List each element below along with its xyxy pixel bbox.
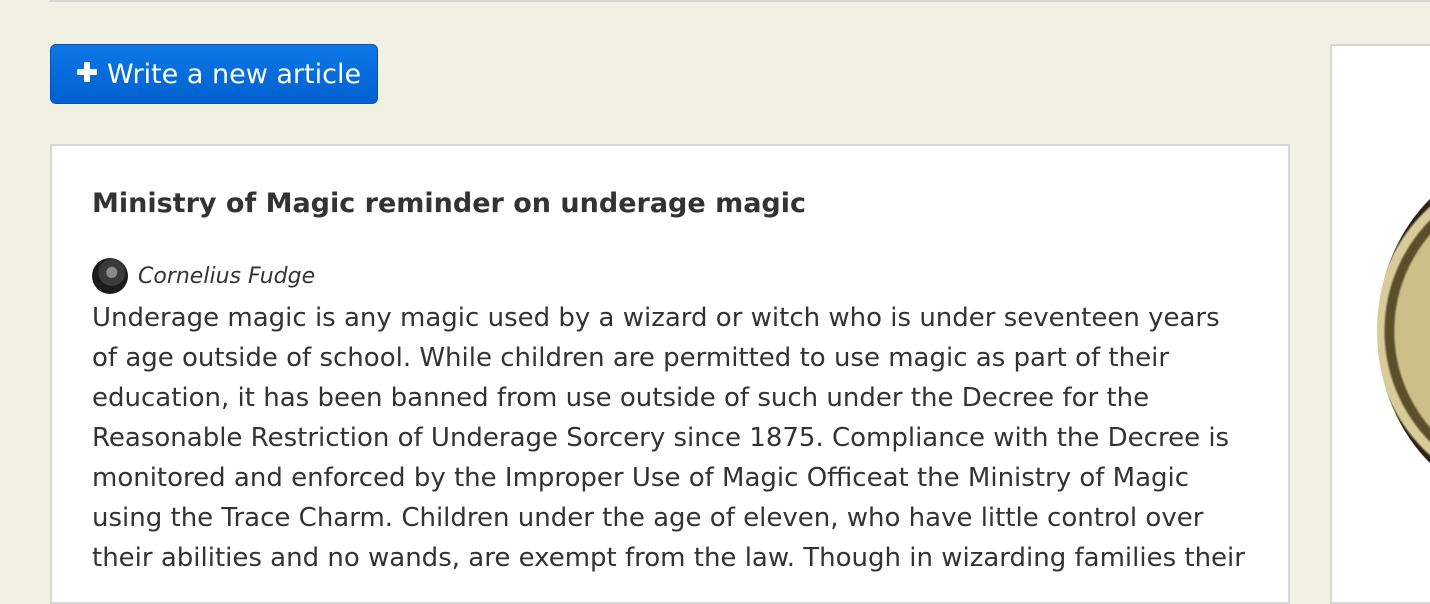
author-name[interactable]: Cornelius Fudge bbox=[138, 264, 315, 289]
seal-image bbox=[1377, 151, 1430, 511]
write-new-article-label: Write a new article bbox=[107, 58, 362, 90]
article-title[interactable]: Ministry of Magic reminder on underage m… bbox=[92, 188, 806, 219]
plus-icon bbox=[77, 62, 97, 82]
side-panel bbox=[1330, 44, 1430, 604]
article-body: Underage magic is any magic used by a wi… bbox=[92, 303, 1245, 573]
write-new-article-button[interactable]: Write a new article bbox=[50, 44, 378, 104]
author-avatar[interactable] bbox=[92, 258, 128, 294]
author-row[interactable]: Cornelius Fudge bbox=[92, 258, 315, 294]
top-panel bbox=[50, 0, 1430, 2]
article-card: Ministry of Magic reminder on underage m… bbox=[50, 144, 1290, 604]
